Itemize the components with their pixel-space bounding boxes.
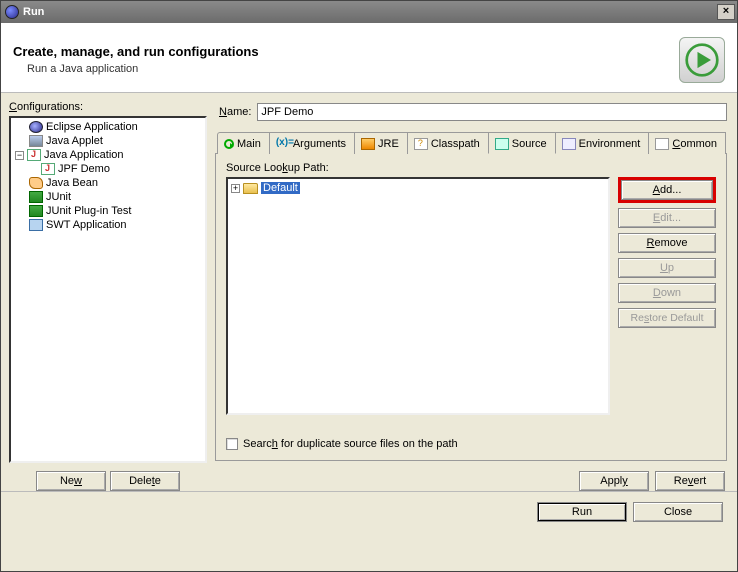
classpath-icon bbox=[414, 138, 428, 150]
tab-jre[interactable]: JRE bbox=[354, 132, 408, 154]
add-button-highlight: Add... bbox=[618, 177, 716, 203]
tree-item-java-bean[interactable]: Java Bean bbox=[13, 176, 203, 190]
app-icon bbox=[5, 5, 19, 19]
arguments-icon: (x)= bbox=[276, 138, 290, 150]
java-icon bbox=[41, 163, 55, 175]
bean-icon bbox=[29, 177, 43, 189]
folder-icon bbox=[243, 183, 258, 194]
common-icon bbox=[655, 138, 669, 150]
jre-icon bbox=[361, 138, 375, 150]
configurations-pane: Configurations: Eclipse Application Java… bbox=[9, 101, 207, 491]
environment-icon bbox=[562, 138, 576, 150]
search-duplicates-checkbox[interactable] bbox=[226, 438, 238, 450]
tab-source[interactable]: Source bbox=[488, 132, 556, 154]
configurations-tree[interactable]: Eclipse Application Java Applet −Java Ap… bbox=[9, 116, 207, 463]
expand-icon[interactable]: + bbox=[231, 184, 240, 193]
new-button[interactable]: New bbox=[36, 471, 106, 491]
tree-item-java-application[interactable]: −Java Application bbox=[13, 148, 203, 162]
source-lookup-list[interactable]: + Default bbox=[226, 177, 610, 415]
remove-button[interactable]: Remove bbox=[618, 233, 716, 253]
source-icon bbox=[495, 138, 509, 150]
tab-main[interactable]: Main bbox=[217, 132, 270, 154]
title-bar: Run × bbox=[1, 1, 737, 23]
dialog-header: Create, manage, and run configurations R… bbox=[1, 23, 737, 93]
tree-item-junit[interactable]: JUnit bbox=[13, 190, 203, 204]
configurations-label: Configurations: bbox=[9, 101, 207, 113]
search-duplicates-label: Search for duplicate source files on the… bbox=[243, 438, 458, 450]
tree-item-swt-app[interactable]: SWT Application bbox=[13, 218, 203, 232]
source-item-default[interactable]: + Default bbox=[231, 182, 605, 194]
name-input[interactable] bbox=[257, 103, 727, 121]
name-label: Name: bbox=[219, 106, 251, 118]
tab-common[interactable]: Common bbox=[648, 132, 726, 154]
run-icon bbox=[679, 37, 725, 83]
tree-item-junit-plugin[interactable]: JUnit Plug-in Test bbox=[13, 204, 203, 218]
junit-icon bbox=[29, 191, 43, 203]
tree-item-jpf-demo[interactable]: JPF Demo bbox=[13, 162, 203, 176]
swt-icon bbox=[29, 219, 43, 231]
source-lookup-label: Source Lookup Path: bbox=[226, 162, 716, 174]
header-title: Create, manage, and run configurations bbox=[13, 44, 259, 59]
tree-item-java-applet[interactable]: Java Applet bbox=[13, 134, 203, 148]
config-detail-pane: Name: Main (x)=Arguments JRE Classpath S… bbox=[215, 101, 727, 491]
junit-icon bbox=[29, 205, 43, 217]
applet-icon bbox=[29, 135, 43, 147]
eclipse-icon bbox=[29, 121, 43, 133]
main-icon bbox=[224, 139, 234, 149]
java-icon bbox=[27, 149, 41, 161]
tab-environment[interactable]: Environment bbox=[555, 132, 650, 154]
collapse-icon[interactable]: − bbox=[15, 151, 24, 160]
add-button[interactable]: Add... bbox=[621, 180, 713, 200]
tabs-row: Main (x)=Arguments JRE Classpath Source … bbox=[215, 131, 727, 154]
tree-item-eclipse-app[interactable]: Eclipse Application bbox=[13, 120, 203, 134]
apply-button[interactable]: Apply bbox=[579, 471, 649, 491]
edit-button: Edit... bbox=[618, 208, 716, 228]
delete-button[interactable]: Delete bbox=[110, 471, 180, 491]
restore-default-button: Restore Default bbox=[618, 308, 716, 328]
close-window-button[interactable]: × bbox=[717, 4, 735, 20]
header-subtitle: Run a Java application bbox=[27, 63, 259, 75]
tab-arguments[interactable]: (x)=Arguments bbox=[269, 132, 355, 154]
close-button[interactable]: Close bbox=[633, 502, 723, 522]
run-button[interactable]: Run bbox=[537, 502, 627, 522]
window-title: Run bbox=[23, 6, 44, 18]
revert-button[interactable]: Revert bbox=[655, 471, 725, 491]
dialog-footer: Run Close bbox=[1, 491, 737, 532]
tab-classpath[interactable]: Classpath bbox=[407, 132, 489, 154]
down-button: Down bbox=[618, 283, 716, 303]
tab-body: Source Lookup Path: + Default Add... Edi… bbox=[215, 154, 727, 461]
up-button: Up bbox=[618, 258, 716, 278]
